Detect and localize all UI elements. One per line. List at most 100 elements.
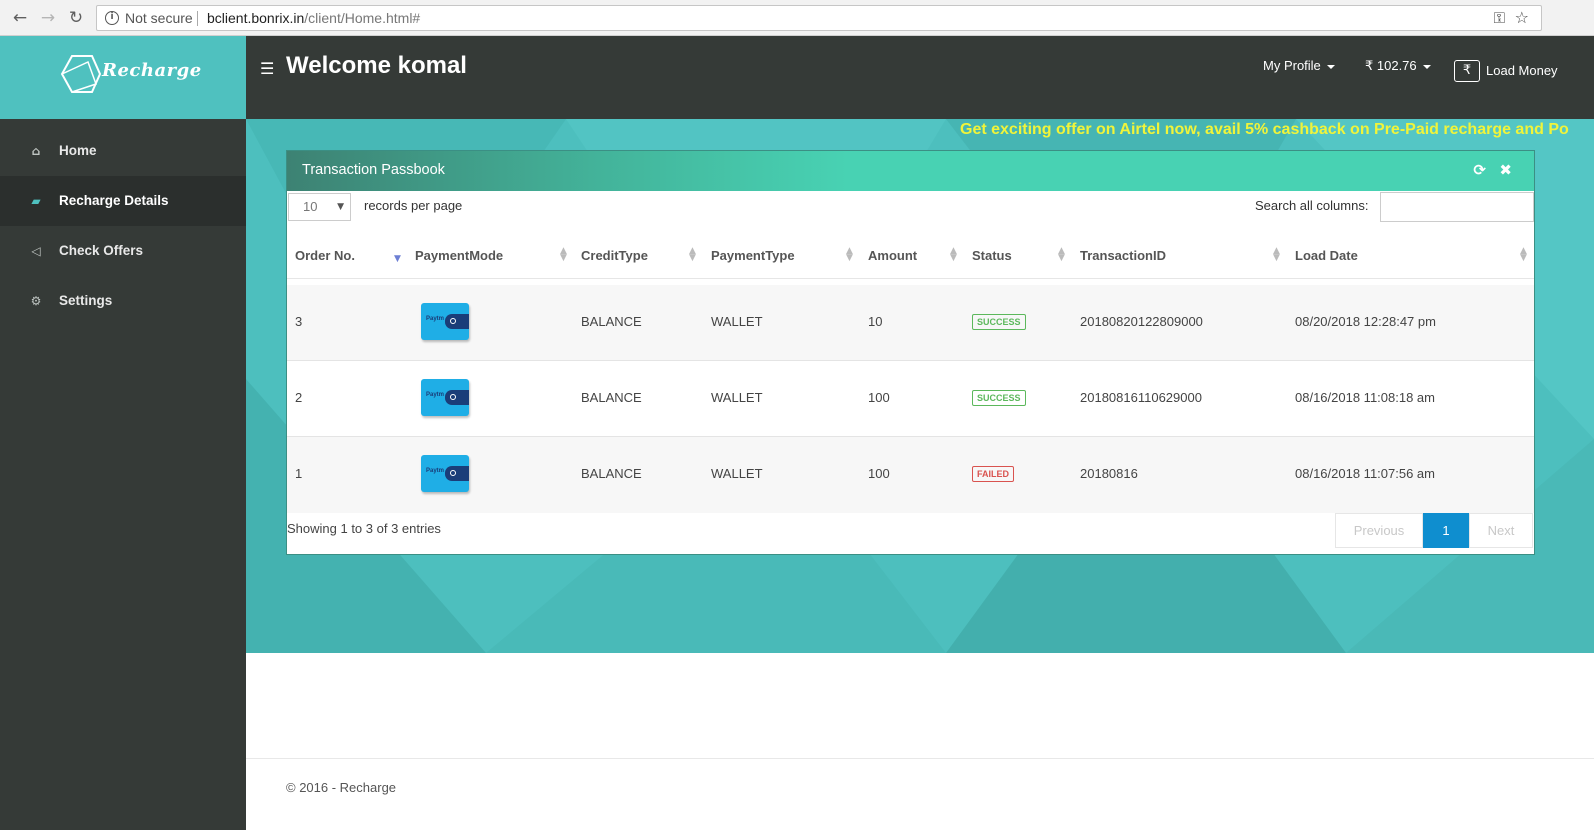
my-profile-label: My Profile (1263, 58, 1321, 73)
pagination-next-button[interactable]: Next (1469, 513, 1533, 548)
table-row: 2 Paytm BALANCE WALLET 100 SUCCESS 20180… (287, 361, 1534, 437)
paytm-strip (445, 466, 469, 481)
cell-payment-type: WALLET (711, 314, 763, 329)
transaction-passbook-panel: Transaction Passbook ⟳ ✖ 10 ▼ records pe… (286, 150, 1535, 555)
address-bar[interactable]: i Not secure bclient.bonrix.in/client/Ho… (96, 5, 1542, 31)
megaphone-icon: ◁ (31, 244, 41, 258)
key-icon[interactable]: ⚿ (1494, 6, 1505, 30)
cell-order-no: 1 (295, 466, 303, 481)
panel-title: Transaction Passbook (302, 162, 445, 178)
status-badge: SUCCESS (972, 390, 1026, 406)
cell-credit-type: BALANCE (581, 390, 642, 405)
sort-icon[interactable]: ▲ ▼ (1058, 247, 1065, 263)
address-separator (197, 11, 198, 26)
logo-text: Recharge (102, 60, 202, 81)
paytm-dot (450, 470, 456, 476)
offer-marquee[interactable]: Get exciting offer on Airtel now, avail … (960, 121, 1580, 139)
cell-payment-type: WALLET (711, 466, 763, 481)
wallet-rupee-icon[interactable]: ₹ (1454, 60, 1480, 82)
column-header-credit-type[interactable]: CreditType (581, 248, 648, 263)
load-money-link[interactable]: Load Money (1486, 63, 1558, 78)
column-header-load-date[interactable]: Load Date (1295, 248, 1358, 263)
book-icon: ▰ (31, 194, 41, 208)
records-per-page-label: records per page (364, 198, 463, 213)
cell-amount: 10 (868, 314, 883, 329)
cell-credit-type: BALANCE (581, 466, 642, 481)
cell-transaction-id: 20180816110629000 (1080, 390, 1202, 405)
paytm-logo-text: Paytm (426, 392, 445, 398)
url-text[interactable]: bclient.bonrix.in/client/Home.html# (207, 6, 420, 30)
logo-hexagon-icon (60, 55, 102, 93)
cell-transaction-id: 20180820122809000 (1080, 314, 1203, 329)
column-header-amount[interactable]: Amount (868, 248, 917, 263)
sidebar-item-label: Settings (59, 293, 113, 308)
sidebar-item-check-offers[interactable]: ◁ Check Offers (0, 226, 246, 276)
pagination-previous-button[interactable]: Previous (1335, 513, 1423, 548)
column-header-order-no[interactable]: Order No. (295, 248, 355, 263)
balance-label: ₹ 102.76 (1365, 58, 1417, 73)
home-icon: ⌂ (31, 144, 41, 158)
paytm-wallet-icon: Paytm (421, 379, 469, 416)
column-header-payment-type[interactable]: PaymentType (711, 248, 795, 263)
my-profile-dropdown[interactable]: My Profile (1263, 58, 1335, 73)
footer-divider (246, 758, 1594, 759)
sidebar-item-recharge-details[interactable]: ▰ Recharge Details (0, 176, 246, 226)
column-header-payment-mode[interactable]: PaymentMode (415, 248, 503, 263)
chevron-down-icon: ▼ (337, 202, 344, 212)
top-header: ☰ Welcome komal My Profile ₹ 102.76 ₹ Lo… (246, 36, 1594, 119)
sort-icon[interactable]: ▲ ▼ (1273, 247, 1280, 263)
records-per-page-select[interactable]: 10 ▼ (288, 193, 351, 221)
cell-credit-type: BALANCE (581, 314, 642, 329)
column-header-transaction-id[interactable]: TransactionID (1080, 248, 1166, 263)
header-divider (287, 278, 1534, 279)
panel-header: Transaction Passbook ⟳ ✖ (287, 151, 1534, 191)
sort-desc-icon[interactable]: ▼ (394, 254, 401, 264)
sidebar-item-home[interactable]: ⌂ Home (0, 126, 246, 176)
sort-icon[interactable]: ▲ ▼ (689, 247, 696, 263)
gears-icon: ⚙ (30, 294, 42, 308)
cell-amount: 100 (868, 390, 890, 405)
sidebar: Recharge ⌂ Home ▰ Recharge Details ◁ Che… (0, 36, 246, 830)
url-host: bclient.bonrix.in (207, 10, 305, 26)
cell-payment-type: WALLET (711, 390, 763, 405)
sort-icon[interactable]: ▲ ▼ (846, 247, 853, 263)
logo-area[interactable]: Recharge (0, 36, 246, 119)
hamburger-menu-icon[interactable]: ☰ (260, 59, 274, 78)
sort-icon[interactable]: ▲ ▼ (950, 247, 957, 263)
sort-icon[interactable]: ▲ ▼ (560, 247, 567, 263)
balance-dropdown[interactable]: ₹ 102.76 (1365, 58, 1431, 74)
close-icon[interactable]: ✖ (1499, 161, 1512, 179)
status-badge: SUCCESS (972, 314, 1026, 330)
table-row: 3 Paytm BALANCE WALLET 10 SUCCESS 201808… (287, 285, 1534, 361)
reload-icon[interactable]: ↻ (66, 8, 86, 28)
back-arrow-icon[interactable]: ← (10, 8, 30, 28)
table-row: 1 Paytm BALANCE WALLET 100 FAILED 201808… (287, 437, 1534, 513)
records-per-page-value: 10 (303, 199, 318, 214)
sort-icon[interactable]: ▲ ▼ (1520, 247, 1527, 263)
table-info: Showing 1 to 3 of 3 entries (287, 521, 441, 536)
column-header-status[interactable]: Status (972, 248, 1012, 263)
refresh-icon[interactable]: ⟳ (1473, 161, 1486, 179)
sidebar-item-settings[interactable]: ⚙ Settings (0, 276, 246, 326)
sidebar-item-label: Recharge Details (59, 193, 169, 208)
cell-order-no: 2 (295, 390, 303, 405)
cell-order-no: 3 (295, 314, 303, 329)
cell-transaction-id: 20180816 (1080, 466, 1138, 481)
info-icon[interactable]: i (105, 11, 119, 25)
search-label: Search all columns: (1255, 198, 1369, 213)
paytm-logo-text: Paytm (426, 316, 445, 322)
url-path: /client/Home.html# (304, 10, 421, 26)
paytm-dot (450, 318, 456, 324)
pagination-page-1[interactable]: 1 (1423, 513, 1469, 548)
sidebar-item-label: Home (59, 143, 97, 158)
paytm-strip (445, 390, 469, 405)
paytm-wallet-icon: Paytm (421, 303, 469, 340)
bookmark-star-icon[interactable]: ☆ (1515, 6, 1529, 30)
main-content: Get exciting offer on Airtel now, avail … (246, 119, 1594, 653)
browser-toolbar: ← → ↻ i Not secure bclient.bonrix.in/cli… (0, 0, 1594, 36)
search-input[interactable] (1380, 192, 1534, 222)
forward-arrow-icon[interactable]: → (38, 8, 58, 28)
cell-load-date: 08/16/2018 11:07:56 am (1295, 466, 1435, 481)
cell-load-date: 08/20/2018 12:28:47 pm (1295, 314, 1436, 329)
sidebar-item-label: Check Offers (59, 243, 144, 258)
